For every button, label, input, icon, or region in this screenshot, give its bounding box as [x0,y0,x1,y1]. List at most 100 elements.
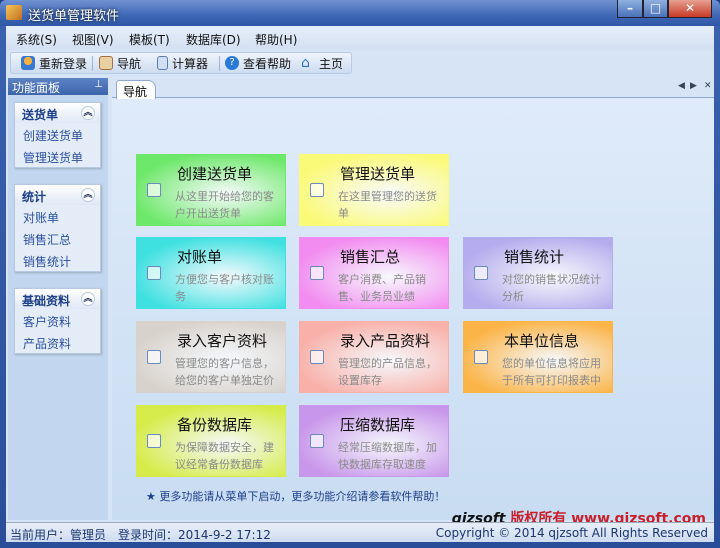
app-window: 送货单管理软件 – □ ✕ 系统(S) 视图(V) 模板(T) 数据库(D) 帮… [0,0,720,548]
card-icon [147,266,161,280]
group-delivery: 送货单 ︽ 创建送货单 管理送货单 [14,102,101,168]
card-title: 管理送货单 [340,165,416,183]
card-icon [310,350,324,364]
collapse-icon[interactable]: ︽ [81,292,95,306]
card-title: 录入客户资料 [177,332,268,350]
card-title: 录入产品资料 [340,332,431,350]
nav-card[interactable]: 录入产品资料管理您的产品信息，设置库存 [299,321,449,393]
panel-header: 功能面板 ⊥ [8,78,108,95]
card-description: 管理您的客户信息，给您的客户单独定价 [175,357,274,387]
panel-title: 功能面板 [12,81,61,95]
group-header[interactable]: 基础资料 ︽ [15,289,100,309]
card-description: 在这里管理您的送货单 [338,190,437,220]
menu-system[interactable]: 系统(S) [16,31,57,48]
nav-button[interactable]: 导航 [99,55,141,71]
help-button[interactable]: ? 查看帮助 [225,55,291,71]
copyright: Copyright © 2014 qjzsoft All Rights Rese… [435,526,708,540]
menu-view[interactable]: 视图(V) [72,31,114,48]
tip-text: ★ 更多功能请从菜单下启动，更多功能介绍请参看软件帮助！ [146,490,446,503]
nav-card[interactable]: 创建送货单从这里开始给您的客户开出送货单 [136,154,286,226]
status-bar: 当前用户：管理员 登录时间：2014-9-2 17:12 Copyright ©… [6,522,714,542]
card-description: 客户消费、产品销售、业务员业绩 [338,273,426,303]
menu-template[interactable]: 模板(T) [129,31,170,48]
user-icon [21,56,35,70]
close-button[interactable]: ✕ [668,0,712,18]
card-icon [147,183,161,197]
function-panel: 功能面板 ⊥ 送货单 ︽ 创建送货单 管理送货单 统计 ︽ 对账单 销售汇总 销售统计… [8,78,108,520]
toolbar-separator [92,56,93,71]
relogin-label: 重新登录 [39,56,88,71]
panel-item-products[interactable]: 产品资料 [15,331,100,353]
nav-card[interactable]: 销售汇总客户消费、产品销售、业务员业绩 [299,237,449,309]
help-label: 查看帮助 [243,56,292,71]
card-icon [310,266,324,280]
card-description: 管理您的产品信息，设置库存 [338,357,437,387]
relogin-button[interactable]: 重新登录 [21,55,87,71]
title-bar: 送货单管理软件 – □ ✕ [0,0,720,26]
app-icon [6,5,22,20]
card-icon [474,266,488,280]
nav-card[interactable]: 管理送货单在这里管理您的送货单 [299,154,449,226]
help-icon: ? [225,56,239,70]
home-label: 主页 [319,56,344,71]
card-description: 经常压缩数据库，加快数据库存取速度 [338,441,437,471]
maximize-button[interactable]: □ [643,0,668,18]
content-area: 导航 ◀ ▶ ✕ 创建送货单 从这里开始给您的客户开出送货单 管理送货单 在这里管理您… [112,78,714,527]
card-icon [147,434,161,448]
card-description: 从这里开始给您的客户开出送货单 [175,190,274,220]
card-title: 销售统计 [504,248,565,266]
menu-bar: 系统(S) 视图(V) 模板(T) 数据库(D) 帮助(H) [6,26,714,50]
tab-prev-icon[interactable]: ◀ [678,81,685,91]
tab-close-icon[interactable]: ✕ [704,81,712,91]
nav-card[interactable]: 销售统计对您的销售状况统计分析 [463,237,613,309]
card-description: 为保障数据安全，建议经常备份数据库 [175,441,274,471]
group-header[interactable]: 统计 ︽ [15,185,100,205]
card-title: 创建送货单 [177,165,253,183]
group-statistics: 统计 ︽ 对账单 销售汇总 销售统计 [14,184,101,272]
card-title: 对账单 [177,248,223,266]
panel-item-customers[interactable]: 客户资料 [15,309,100,331]
navigation-icon [99,56,113,70]
login-time: 登录时间：2014-9-2 17:12 [118,528,271,542]
panel-item-create-delivery[interactable]: 创建送货单 [15,123,100,145]
collapse-icon[interactable]: ︽ [81,106,95,120]
home-button[interactable]: ⌂ 主页 [301,55,343,71]
nav-label: 导航 [117,56,142,71]
nav-card[interactable]: 对账单方便您与客户核对账务 [136,237,286,309]
group-title: 送货单 [22,108,59,122]
panel-item-statement[interactable]: 对账单 [15,205,100,227]
card-description: 方便您与客户核对账务 [175,273,274,303]
tab-next-icon[interactable]: ▶ [690,81,697,91]
card-icon [474,350,488,364]
pin-icon[interactable]: ⊥ [94,79,103,90]
current-user: 当前用户：管理员 [10,528,107,542]
tab-navigation[interactable]: 导航 [116,80,156,99]
card-icon [310,183,324,197]
minimize-button[interactable]: – [617,0,643,18]
collapse-icon[interactable]: ︽ [81,188,95,202]
calculator-button[interactable]: 计算器 [157,55,208,71]
group-title: 统计 [22,190,47,204]
nav-card[interactable]: 本单位信息 您的单位信息将应用于所有可打印报表中 [463,321,613,393]
card-title: 压缩数据库 [340,416,416,434]
panel-item-manage-delivery[interactable]: 管理送货单 [15,145,100,167]
nav-card[interactable]: 备份数据库为保障数据安全，建议经常备份数据库 [136,405,286,477]
card-description: 您的单位信息将应用于所有可打印报表中 [502,357,601,387]
card-title: 销售汇总 [340,248,401,266]
window-title: 送货单管理软件 [28,9,120,24]
card-title: 备份数据库 [177,416,253,434]
card-icon [147,350,161,364]
toolbar: 重新登录 导航 计算器 ? 查看帮助 ⌂ 主页 [10,52,352,74]
menu-database[interactable]: 数据库(D) [186,31,241,48]
home-icon: ⌂ [301,55,310,71]
panel-item-sales-stats[interactable]: 销售统计 [15,249,100,271]
card-description: 对您的销售状况统计分析 [502,273,601,303]
nav-card[interactable]: 压缩数据库经常压缩数据库，加快数据库存取速度 [299,405,449,477]
panel-item-sales-summary[interactable]: 销售汇总 [15,227,100,249]
nav-card[interactable]: 录入客户资料管理您的客户信息，给您的客户单独定价 [136,321,286,393]
group-title: 基础资料 [22,294,71,308]
group-header[interactable]: 送货单 ︽ [15,103,100,123]
menu-help[interactable]: 帮助(H) [255,31,297,48]
tab-strip: 导航 ◀ ▶ ✕ [112,78,714,99]
card-icon [310,434,324,448]
